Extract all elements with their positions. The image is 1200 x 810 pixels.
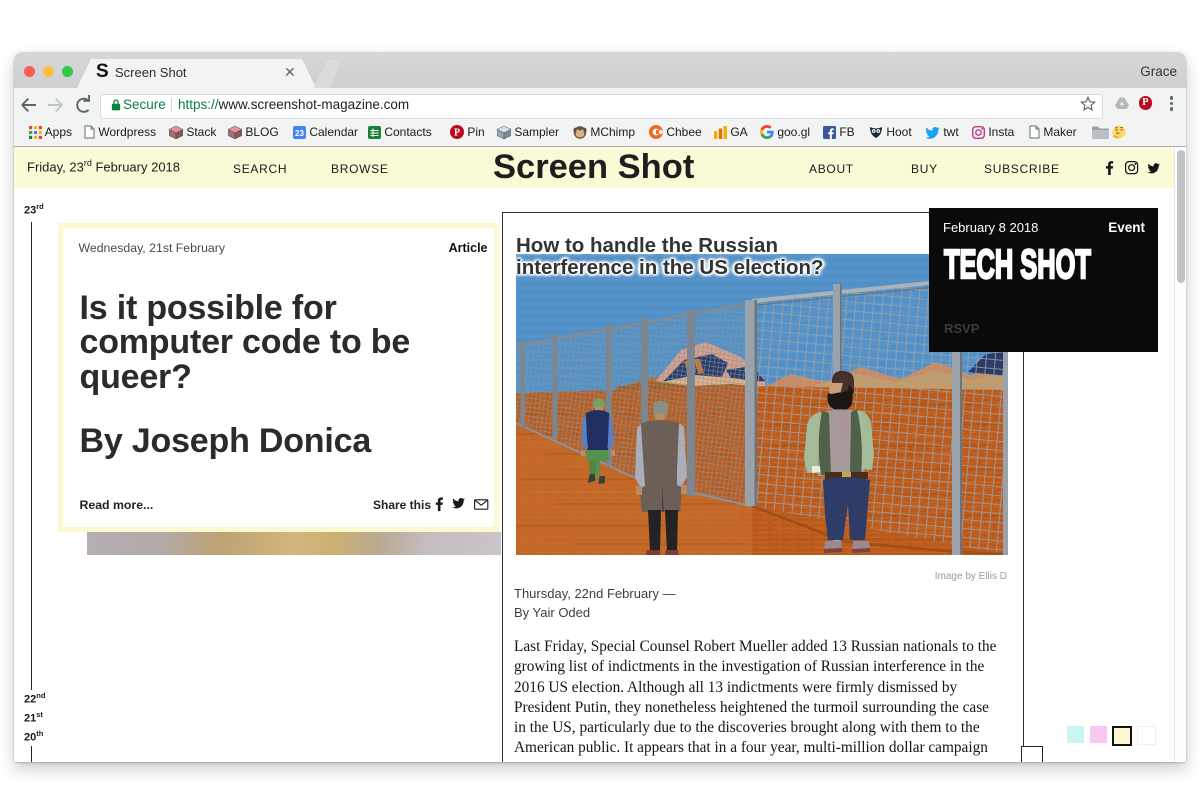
svg-text:P: P bbox=[454, 128, 460, 139]
svg-text:23: 23 bbox=[295, 129, 304, 138]
